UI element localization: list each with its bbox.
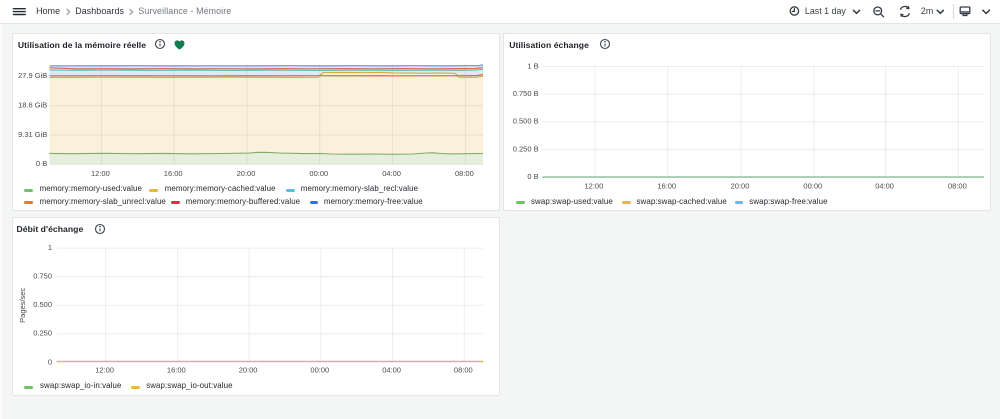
svg-text:20:00: 20:00 [731,182,750,191]
svg-text:08:00: 08:00 [948,182,967,191]
svg-text:04:00: 04:00 [382,366,401,375]
svg-text:04:00: 04:00 [875,182,894,191]
svg-text:12:00: 12:00 [91,169,110,178]
svg-text:27.9 GiB: 27.9 GiB [18,71,47,80]
svg-text:08:00: 08:00 [455,169,474,178]
svg-text:0: 0 [48,357,52,366]
svg-text:00:00: 00:00 [309,169,328,178]
svg-text:9.31 GiB: 9.31 GiB [18,130,47,139]
svg-text:12:00: 12:00 [585,182,604,191]
svg-text:0.250: 0.250 [33,329,52,338]
svg-text:08:00: 08:00 [454,366,473,375]
svg-text:0.500 B: 0.500 B [513,117,539,126]
svg-text:Pages/sec: Pages/sec [18,288,27,323]
svg-text:1 B: 1 B [527,61,538,70]
svg-text:0.750 B: 0.750 B [513,89,539,98]
svg-text:00:00: 00:00 [803,182,822,191]
svg-text:0.750: 0.750 [33,272,52,281]
svg-text:16:00: 16:00 [657,182,676,191]
svg-text:04:00: 04:00 [382,169,401,178]
svg-text:18.6 GiB: 18.6 GiB [18,100,47,109]
svg-text:0.500: 0.500 [33,300,52,309]
svg-text:20:00: 20:00 [239,366,258,375]
svg-text:0.250 B: 0.250 B [513,144,539,153]
svg-text:12:00: 12:00 [95,366,114,375]
svg-text:16:00: 16:00 [167,366,186,375]
svg-text:0 B: 0 B [36,159,47,168]
svg-text:1: 1 [48,243,52,252]
svg-text:0 B: 0 B [527,172,538,181]
svg-text:20:00: 20:00 [237,169,256,178]
svg-text:00:00: 00:00 [310,366,329,375]
svg-text:16:00: 16:00 [164,169,183,178]
